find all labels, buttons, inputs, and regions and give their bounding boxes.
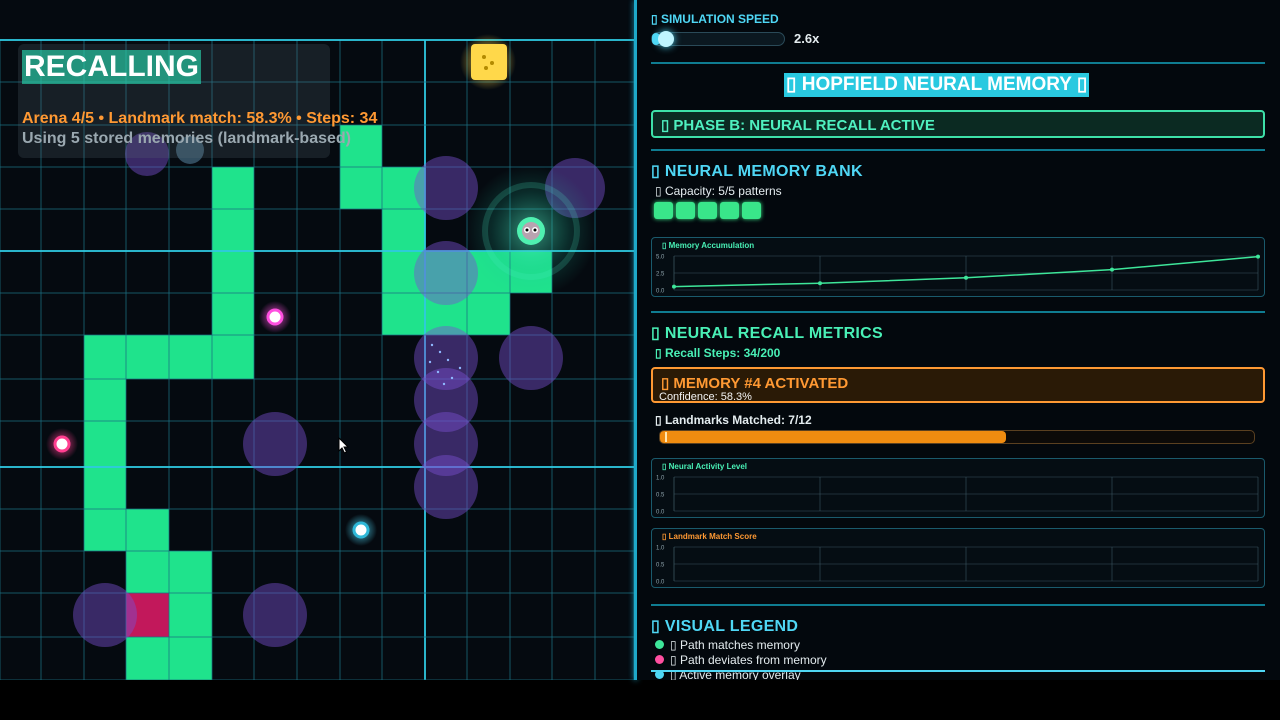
legend-label: ▯ Path matches memory (670, 638, 800, 652)
data-point (1256, 254, 1260, 259)
data-point (1110, 267, 1114, 272)
landmark-match-chart: ▯ Landmark Match Score 1.0 0.5 0.0 (651, 528, 1265, 588)
legend-title: ▯ VISUAL LEGEND (651, 618, 799, 635)
status-memory-info: Using 5 stored memories (landmark-based) (22, 130, 351, 147)
tick-label: 5.0 (656, 255, 665, 261)
divider (651, 311, 1265, 313)
divider (651, 670, 1265, 672)
divider (651, 149, 1265, 151)
recall-steps: ▯ Recall Steps: 34/200 (655, 346, 781, 360)
tick-label: 2.5 (656, 272, 665, 278)
memory-activated-title: ▯ MEMORY #4 ACTIVATED (661, 375, 849, 392)
agent-icon (517, 217, 545, 245)
data-point (964, 275, 968, 280)
divider (651, 62, 1265, 64)
landmark-icon (345, 514, 377, 546)
memory-confidence: Confidence: 58.3% (659, 391, 752, 403)
pattern-slots (654, 202, 761, 219)
legend-dot-icon (655, 655, 664, 664)
goal-icon (471, 44, 507, 80)
tick-label: 0.0 (656, 289, 665, 295)
memory-slot (654, 202, 673, 219)
landmarks-matched-label: ▯ Landmarks Matched: 7/12 (655, 413, 812, 427)
mouse-cursor-icon (338, 437, 350, 454)
landmarks-progress-bar (659, 430, 1255, 444)
tick-label: 1.0 (656, 546, 665, 552)
accumulation-plot: 5.0 2.5 0.0 (656, 254, 1260, 295)
phase-text: ▯ PHASE B: NEURAL RECALL ACTIVE (661, 117, 935, 134)
memory-bank-title: ▯ NEURAL MEMORY BANK (651, 163, 863, 180)
panel-title: ▯ HOPFIELD NEURAL MEMORY ▯ (784, 73, 1090, 97)
tick-label: 0.0 (656, 510, 665, 516)
tick-label: 0.0 (656, 580, 665, 586)
speed-slider-handle[interactable] (657, 31, 674, 47)
legend-item: ▯ Path deviates from memory (655, 653, 827, 667)
memory-capacity: ▯ Capacity: 5/5 patterns (655, 184, 782, 198)
neural-activity-chart: ▯ Neural Activity Level 1.0 0.5 0.0 (651, 458, 1265, 518)
data-point (672, 284, 676, 289)
tick-label: 0.5 (656, 493, 665, 499)
memory-slot (720, 202, 739, 219)
tick-label: 0.5 (656, 563, 665, 569)
landmarks-progress-fill (660, 431, 1007, 443)
landmark-icon (259, 301, 291, 333)
status-stats: Arena 4/5 • Landmark match: 58.3% • Step… (22, 110, 378, 127)
legend-item: ▯ Path matches memory (655, 638, 800, 652)
tick-label: 1.0 (656, 476, 665, 482)
memory-activated-banner: ▯ MEMORY #4 ACTIVATED Confidence: 58.3% (651, 367, 1265, 403)
speed-value: 2.6x (794, 31, 820, 46)
memory-slot (742, 202, 761, 219)
legend-label: ▯ Path deviates from memory (670, 653, 827, 667)
speed-label: ▯ SIMULATION SPEED (651, 12, 779, 26)
recall-metrics-title: ▯ NEURAL RECALL METRICS (651, 325, 884, 342)
progress-marker (665, 432, 667, 442)
legend-dot-icon (655, 640, 664, 649)
speed-slider[interactable] (651, 31, 785, 47)
arena-view[interactable]: RECALLING Arena 4/5 • Landmark match: 58… (0, 0, 634, 680)
landmark-icon (46, 428, 78, 460)
memory-accumulation-chart: ▯ Memory Accumulation 5.0 2.5 0.0 (651, 237, 1265, 297)
match-plot: 1.0 0.5 0.0 (656, 546, 1259, 586)
divider (651, 604, 1265, 606)
activity-plot: 1.0 0.5 0.0 (656, 476, 1259, 516)
status-title: RECALLING (22, 50, 201, 84)
info-panel: ▯ SIMULATION SPEED 2.6x ▯ HOPFIELD NEURA… (637, 0, 1280, 680)
phase-banner: ▯ PHASE B: NEURAL RECALL ACTIVE (651, 110, 1265, 138)
memory-slot (676, 202, 695, 219)
data-point (818, 281, 822, 286)
memory-slot (698, 202, 717, 219)
